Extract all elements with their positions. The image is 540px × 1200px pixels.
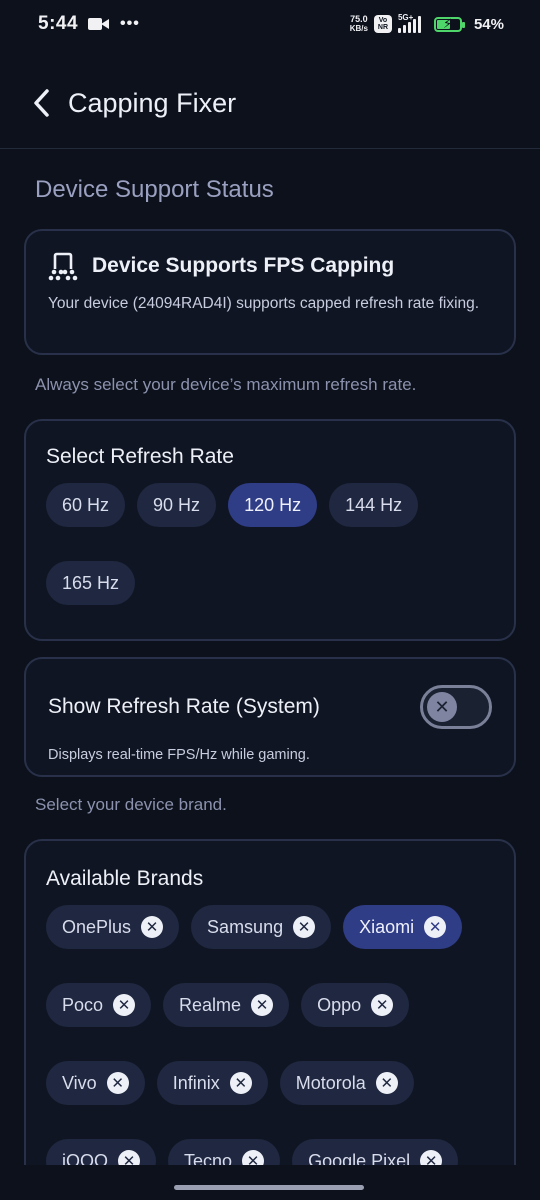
support-description: Your device (24094RAD4I) supports capped… — [48, 295, 480, 312]
refresh-rate-chip-label: 60 Hz — [62, 494, 110, 515]
refresh-rate-hint: Always select your device’s maximum refr… — [35, 375, 417, 394]
refresh-rate-chip[interactable]: 165 Hz — [46, 561, 136, 605]
brand-hint: Select your device brand. — [35, 795, 227, 814]
refresh-rate-chip-label: 120 Hz — [244, 494, 302, 515]
brand-chip-label: OnePlus — [62, 916, 132, 937]
remove-icon[interactable]: ✕ — [371, 994, 394, 1016]
battery-icon: ⚡ — [433, 16, 465, 32]
app-bar: Capping Fixer — [0, 72, 540, 134]
show-refresh-rate-card: Show Refresh Rate (System) ✕ Displays re… — [24, 657, 516, 777]
refresh-rate-chip-label: 90 Hz — [153, 494, 201, 515]
refresh-rate-title: Select Refresh Rate — [46, 445, 234, 468]
remove-icon[interactable]: ✕ — [293, 916, 316, 938]
remove-icon[interactable]: ✕ — [229, 1072, 252, 1094]
brand-options: OnePlus ✕ Samsung ✕ Xiaomi ✕ Poco ✕ Realme ✕ Oppo ✕… — [46, 905, 494, 1183]
show-refresh-rate-title: Show Refresh Rate (System) — [48, 695, 320, 718]
status-time: 5:44 — [38, 13, 79, 34]
refresh-rate-chip[interactable]: 90 Hz — [137, 483, 217, 527]
brand-chip[interactable]: Vivo ✕ — [46, 1061, 145, 1105]
page-title: Capping Fixer — [68, 87, 237, 118]
brand-chip[interactable]: Xiaomi ✕ — [343, 905, 463, 949]
network-speed: 75.0 KB/s — [349, 14, 368, 34]
remove-icon[interactable]: ✕ — [141, 916, 164, 938]
remove-icon[interactable]: ✕ — [424, 916, 447, 938]
brand-chip-label: Realme — [179, 994, 242, 1015]
remove-icon[interactable]: ✕ — [251, 994, 274, 1016]
chip-icon — [48, 252, 78, 281]
vonr-top: Vo — [378, 17, 388, 24]
network-speed-value: 75.0 — [350, 14, 368, 24]
switch-off-icon: ✕ — [427, 692, 457, 722]
section-title: Device Support Status — [35, 176, 274, 203]
brand-chip[interactable]: Samsung ✕ — [191, 905, 332, 949]
nav-bar-area — [0, 1165, 540, 1200]
vonr-bottom: NR — [377, 24, 389, 31]
brand-chip-label: Samsung — [207, 916, 284, 937]
video-camera-icon — [88, 17, 110, 31]
network-speed-unit: KB/s — [349, 24, 368, 33]
status-bar: 5:44 ••• 75.0 KB/s Vo NR 5G+ ⚡ 54% — [0, 0, 540, 48]
vonr-icon: Vo NR — [373, 15, 392, 33]
refresh-rate-chip[interactable]: 60 Hz — [46, 483, 126, 527]
header-divider — [0, 148, 540, 149]
remove-icon[interactable]: ✕ — [113, 994, 136, 1016]
refresh-rate-chip-label: 165 Hz — [62, 572, 120, 593]
brand-chip[interactable]: Motorola ✕ — [279, 1061, 414, 1105]
refresh-rate-chip[interactable]: 120 Hz — [228, 483, 318, 527]
signal-icon: 5G+ — [397, 13, 428, 33]
show-refresh-rate-switch[interactable]: ✕ — [420, 685, 492, 729]
back-button[interactable] — [22, 83, 62, 123]
brand-chip[interactable]: Infinix ✕ — [156, 1061, 268, 1105]
brand-chip[interactable]: Oppo ✕ — [301, 983, 410, 1027]
brand-chip-label: Vivo — [62, 1072, 97, 1093]
brand-chip[interactable]: Poco ✕ — [46, 983, 152, 1027]
brands-title: Available Brands — [46, 867, 204, 890]
brand-chip[interactable]: OnePlus ✕ — [46, 905, 180, 949]
brand-chip[interactable]: Realme ✕ — [163, 983, 290, 1027]
network-type: 5G+ — [397, 13, 414, 22]
refresh-rate-options: 60 Hz 90 Hz 120 Hz 144 Hz 165 Hz — [46, 483, 494, 605]
brand-chip-label: Poco — [62, 994, 104, 1015]
remove-icon[interactable]: ✕ — [375, 1072, 398, 1094]
device-support-card: Device Supports FPS Capping Your device … — [24, 229, 516, 355]
brands-card: Available Brands OnePlus ✕ Samsung ✕ Xiaomi ✕… — [24, 839, 516, 1200]
show-refresh-rate-description: Displays real-time FPS/Hz while gaming. — [48, 747, 310, 763]
support-title: Device Supports FPS Capping — [92, 254, 395, 277]
brand-chip-label: Motorola — [295, 1072, 366, 1093]
brand-chip-label: Oppo — [317, 994, 362, 1015]
refresh-rate-chip[interactable]: 144 Hz — [329, 483, 419, 527]
home-indicator[interactable] — [174, 1185, 364, 1190]
more-notifications-icon: ••• — [120, 15, 140, 32]
refresh-rate-chip-label: 144 Hz — [345, 494, 403, 515]
battery-percent: 54% — [473, 15, 504, 33]
brand-chip-label: Xiaomi — [359, 916, 415, 937]
refresh-rate-card: Select Refresh Rate 60 Hz 90 Hz 120 Hz 144 … — [24, 419, 516, 641]
back-arrow-icon — [34, 89, 49, 117]
remove-icon[interactable]: ✕ — [106, 1072, 129, 1094]
brand-chip-label: Infinix — [172, 1072, 220, 1093]
